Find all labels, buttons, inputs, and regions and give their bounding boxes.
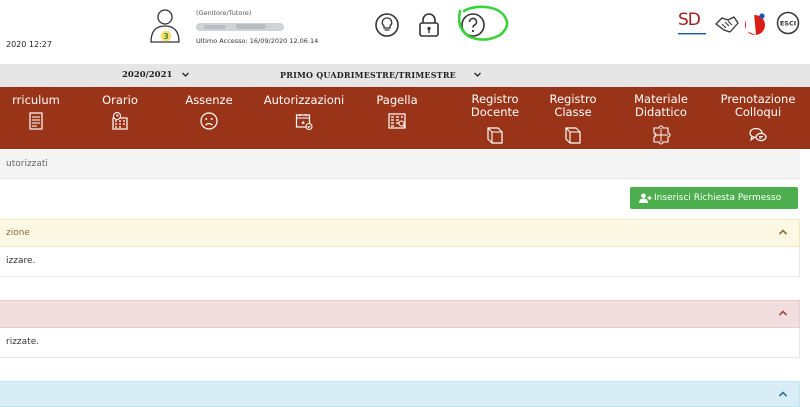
highlight-circle <box>452 3 512 43</box>
book-icon <box>565 127 581 144</box>
document-icon <box>29 112 43 130</box>
app-logo[interactable] <box>740 9 770 39</box>
nav-item-assenze[interactable]: Assenze <box>170 87 248 149</box>
user-avatar[interactable]: 3 <box>148 8 182 44</box>
panel-header-rejected[interactable] <box>0 300 800 328</box>
nav-item-registro-docente[interactable]: Registro Docente <box>450 87 540 149</box>
user-name-redacted <box>196 19 288 33</box>
logout-label: ESCI <box>780 20 796 28</box>
button-label: Inserisci Richiesta Permesso <box>654 193 782 203</box>
puzzle-icon <box>653 125 671 145</box>
breadcrumb <box>0 150 800 179</box>
chevron-down-icon[interactable] <box>181 70 190 81</box>
nav-label: Orario <box>102 93 138 107</box>
school-year-select[interactable]: 2020/2021 <box>122 70 172 80</box>
book-icon <box>487 127 503 144</box>
sd-logo-text: SD <box>678 10 701 30</box>
app-logo-icon <box>745 13 765 35</box>
avatar-badge: 3 <box>163 32 169 41</box>
nav-label: Registro Classe <box>549 92 597 119</box>
lightbulb-icon <box>375 13 399 37</box>
nav-label: rriculum <box>12 93 60 107</box>
user-add-icon <box>639 193 652 203</box>
logout-button[interactable]: ESCI <box>776 11 800 35</box>
password-button[interactable] <box>414 10 444 40</box>
nav-item-materiale-didattico[interactable]: Materiale Didattico <box>614 87 708 149</box>
current-datetime: 2020 12:27 <box>6 40 52 49</box>
nav-label: Autorizzazioni <box>263 93 345 107</box>
nav-item-orario[interactable]: Orario <box>84 87 156 149</box>
sad-face-icon <box>200 112 218 130</box>
period-select[interactable]: PRIMO QUADRIMESTRE/TRIMESTRE <box>280 70 456 80</box>
user-role: (Genitore/Tutore) <box>196 9 252 17</box>
panel-header-info[interactable] <box>0 381 800 407</box>
panel-text: izzare. <box>6 256 36 266</box>
report-card-icon <box>388 113 406 129</box>
chat-icon <box>749 127 767 142</box>
support-button[interactable] <box>712 10 740 38</box>
chevron-up-icon[interactable] <box>777 307 789 319</box>
chevron-up-icon[interactable] <box>777 388 789 400</box>
chevron-up-icon[interactable] <box>777 226 789 238</box>
chevron-down-icon[interactable] <box>473 70 482 81</box>
lightbulb-button[interactable] <box>372 10 402 40</box>
nav-label: Materiale Didattico <box>634 92 688 119</box>
nav-item-pagella[interactable]: Pagella <box>360 87 434 149</box>
nav-label: Prenotazione Colloqui <box>720 92 796 119</box>
nav-item-prenotazione-colloqui[interactable]: Prenotazione Colloqui <box>706 87 810 149</box>
panel-title: zione <box>6 228 30 238</box>
panel-body-pending: izzare. <box>0 247 800 277</box>
nav-item-autorizzazioni[interactable]: Autorizzazioni <box>254 87 354 149</box>
panel-header-pending[interactable]: zione <box>0 219 800 247</box>
nav-label: Registro Docente <box>470 92 520 119</box>
nav-label: Pagella <box>376 93 418 107</box>
lock-icon <box>419 13 439 37</box>
nav-label: Assenze <box>185 93 233 107</box>
add-permission-request-button[interactable]: Inserisci Richiesta Permesso <box>630 187 798 209</box>
handshake-icon <box>715 16 739 33</box>
nav-item-curriculum[interactable]: rriculum <box>0 87 72 149</box>
logout-icon: ESCI <box>776 11 800 35</box>
panel-body-rejected: rizzate. <box>0 328 800 358</box>
nav-item-registro-classe[interactable]: Registro Classe <box>528 87 618 149</box>
user-icon: 3 <box>150 9 180 43</box>
panel-text: rizzate. <box>6 337 40 347</box>
calendar-check-icon <box>295 114 313 130</box>
breadcrumb-text: utorizzati <box>6 159 48 169</box>
last-access: Ultimo Accesso: 16/09/2020 12.06.14 <box>196 37 319 45</box>
main-nav: rriculum Orario Assenze Autorizzazioni P… <box>0 87 810 149</box>
calendar-clock-icon <box>112 112 128 130</box>
sd-logo[interactable]: SD <box>678 10 710 38</box>
